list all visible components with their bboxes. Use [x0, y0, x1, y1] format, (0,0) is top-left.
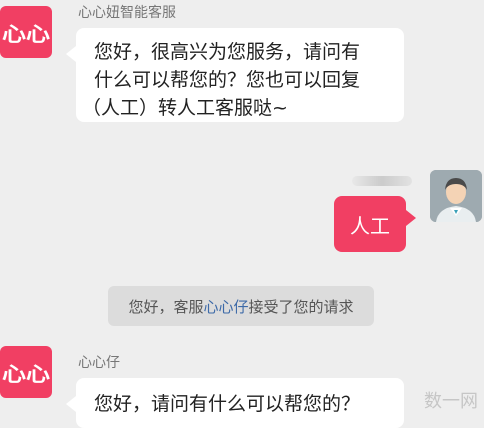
- message-line: （人工）转人工客服哒~: [82, 97, 288, 119]
- sender-name: 心心仔: [78, 355, 120, 371]
- bot-avatar[interactable]: 心心: [0, 6, 52, 58]
- system-notice: 您好，客服 心心仔 接受了您的请求: [108, 286, 374, 326]
- blurred-username: [352, 176, 412, 186]
- agent-message-bubble: 您好，请问有什么可以帮您的？: [66, 378, 404, 428]
- user-avatar[interactable]: [430, 170, 482, 222]
- watermark: 数一网: [424, 391, 478, 412]
- notice-prefix: 您好，客服: [128, 297, 204, 316]
- agent-name-link[interactable]: 心心仔: [203, 296, 248, 317]
- user-message-text: 人工: [350, 213, 390, 238]
- user-avatar-icon: [430, 170, 482, 222]
- notice-suffix: 接受了您的请求: [248, 297, 354, 316]
- message-line: 您好，很高兴为您服务，请问有: [94, 41, 361, 63]
- message-line: 您好，请问有什么可以帮您的？: [94, 393, 361, 415]
- user-message-bubble: 人工: [334, 196, 416, 252]
- bot-message-bubble: 您好，很高兴为您服务，请问有 什么可以帮您的？您也可以回复 （人工）转人工客服哒…: [66, 28, 404, 122]
- sender-name: 心心妞智能客服: [78, 5, 176, 21]
- message-line: 什么可以帮您的？您也可以回复: [94, 69, 361, 91]
- agent-avatar[interactable]: 心心: [0, 346, 52, 398]
